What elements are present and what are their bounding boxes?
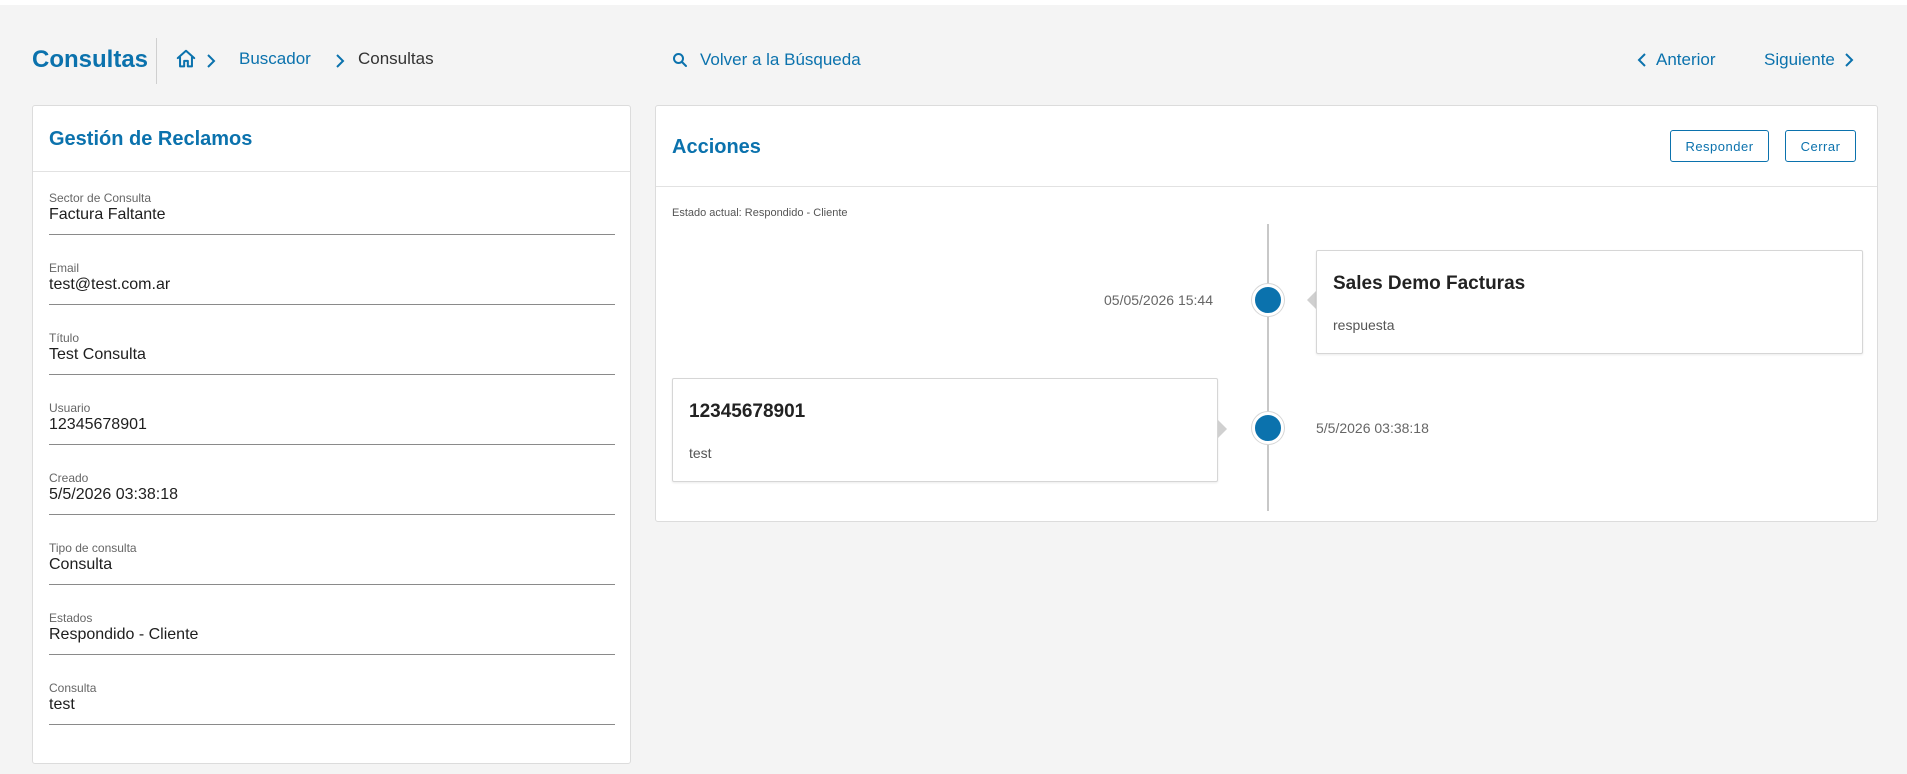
field-label: Usuario: [49, 401, 91, 415]
timeline-entry: 12345678901 test: [672, 378, 1218, 482]
chevron-right-icon: [336, 54, 345, 68]
claims-card-title: Gestión de Reclamos: [49, 128, 253, 150]
timeline-line: [1267, 224, 1269, 511]
field-status: Estados Respondido - Cliente: [49, 611, 615, 655]
card-pointer: [1307, 291, 1316, 309]
field-query: Consulta test: [49, 681, 615, 725]
previous-label: Anterior: [1656, 50, 1716, 69]
chevron-left-icon: [1637, 53, 1646, 67]
field-email: Email test@test.com.ar: [49, 261, 615, 305]
actions-card: Acciones Responder Cerrar Estado actual:…: [655, 105, 1878, 522]
field-label: Tipo de consulta: [49, 541, 137, 555]
home-icon[interactable]: [175, 48, 197, 70]
timeline-entry: Sales Demo Facturas respuesta: [1316, 250, 1863, 354]
field-value: Test Consulta: [49, 346, 146, 363]
actions-title: Acciones: [672, 136, 761, 158]
field-created: Creado 5/5/2026 03:38:18: [49, 471, 615, 515]
breadcrumb-consultas: Consultas: [358, 49, 434, 68]
field-value: 5/5/2026 03:38:18: [49, 486, 179, 503]
field-label: Email: [49, 261, 80, 275]
back-to-search-label: Volver a la Búsqueda: [700, 50, 861, 69]
field-title: Título Test Consulta: [49, 331, 615, 375]
claims-card-header: Gestión de Reclamos: [33, 106, 630, 172]
timeline-entry-title: Sales Demo Facturas: [1333, 273, 1526, 294]
field-value: Respondido - Cliente: [49, 626, 199, 643]
back-to-search-link[interactable]: Volver a la Búsqueda: [672, 49, 861, 71]
field-sector: Sector de Consulta Factura Faltante: [49, 191, 615, 235]
close-button[interactable]: Cerrar: [1785, 130, 1856, 162]
timeline-entry-body: test: [689, 445, 712, 461]
page-header: Consultas Buscador Consultas Volver a la…: [0, 5, 1907, 111]
field-label: Título: [49, 331, 80, 345]
field-value: Consulta: [49, 556, 113, 573]
breadcrumb-buscador[interactable]: Buscador: [239, 49, 311, 69]
field-value: test: [49, 696, 75, 713]
actions-card-header: Acciones Responder Cerrar: [656, 106, 1877, 187]
field-value: 12345678901: [49, 416, 147, 433]
search-icon: [673, 53, 687, 67]
chevron-right-icon: [207, 54, 216, 68]
claims-card: Gestión de Reclamos Sector de Consulta F…: [32, 105, 631, 764]
page-title: Consultas: [32, 46, 149, 73]
field-value: test@test.com.ar: [49, 276, 171, 293]
chevron-right-icon: [1845, 53, 1854, 67]
timeline-date: 5/5/2026 03:38:18: [1316, 420, 1429, 436]
previous-button[interactable]: Anterior: [1636, 49, 1716, 71]
next-label: Siguiente: [1764, 50, 1835, 69]
field-user: Usuario 12345678901: [49, 401, 615, 445]
card-pointer: [1218, 420, 1227, 438]
field-label: Estados: [49, 611, 93, 625]
title-divider: [156, 38, 157, 84]
field-label: Creado: [49, 471, 89, 485]
field-label: Consulta: [49, 681, 97, 695]
timeline-entry-title: 12345678901: [689, 401, 806, 422]
timeline-date: 05/05/2026 15:44: [1104, 292, 1213, 308]
timeline-dot: [1252, 412, 1284, 444]
respond-button[interactable]: Responder: [1670, 130, 1769, 162]
timeline-entry-body: respuesta: [1333, 317, 1395, 333]
next-button[interactable]: Siguiente: [1764, 49, 1855, 71]
field-value: Factura Faltante: [49, 206, 166, 223]
field-label: Sector de Consulta: [49, 191, 152, 205]
field-query-type: Tipo de consulta Consulta: [49, 541, 615, 585]
current-status: Estado actual: Respondido - Cliente: [672, 207, 848, 219]
timeline-dot: [1252, 284, 1284, 316]
